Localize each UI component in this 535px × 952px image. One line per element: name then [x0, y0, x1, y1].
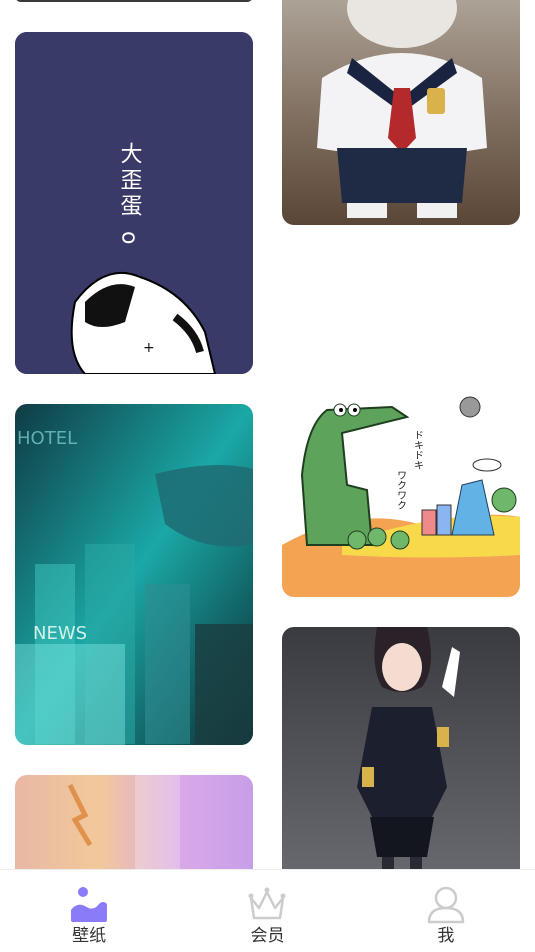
crocodile-image: ドキドキ ワクワク [282, 255, 520, 597]
svg-text:+: + [143, 340, 155, 356]
city-image: HOTEL NEWS [15, 404, 253, 745]
crocodile-caption-1: ドキドキ [412, 430, 423, 470]
user-icon [427, 886, 465, 924]
tab-member-label: 会员 [250, 926, 285, 946]
cat-image [282, 0, 520, 225]
wallpaper-card-cat[interactable] [282, 0, 520, 225]
wallpaper-card-partial[interactable] [15, 0, 253, 2]
crown-icon [248, 887, 286, 920]
husky-image: 大歪蛋 o + [15, 32, 253, 374]
tab-wallpaper-label: 壁纸 [72, 926, 107, 946]
wallpaper-card-anime[interactable] [282, 627, 520, 887]
crocodile-caption-2: ワクワク [395, 470, 406, 510]
city-sign-hotel: HOTEL [17, 428, 77, 449]
wallpaper-icon [71, 887, 108, 922]
tab-wallpaper[interactable]: 壁纸 [29, 870, 149, 946]
wallpaper-card-crocodile[interactable]: ドキドキ ワクワク [282, 255, 520, 597]
husky-caption: 大歪蛋 o [117, 142, 143, 248]
wallpaper-card-husky[interactable]: 大歪蛋 o + [15, 32, 253, 374]
tab-member[interactable]: 会员 [207, 870, 327, 946]
bottom-tab-bar: 壁纸 会员 我 [0, 869, 535, 952]
wallpaper-card-city[interactable]: HOTEL NEWS [15, 404, 253, 745]
anime-image [282, 627, 520, 887]
tab-me-label: 我 [437, 926, 455, 946]
tab-me[interactable]: 我 [386, 870, 506, 946]
city-sign-news: NEWS [33, 623, 87, 644]
